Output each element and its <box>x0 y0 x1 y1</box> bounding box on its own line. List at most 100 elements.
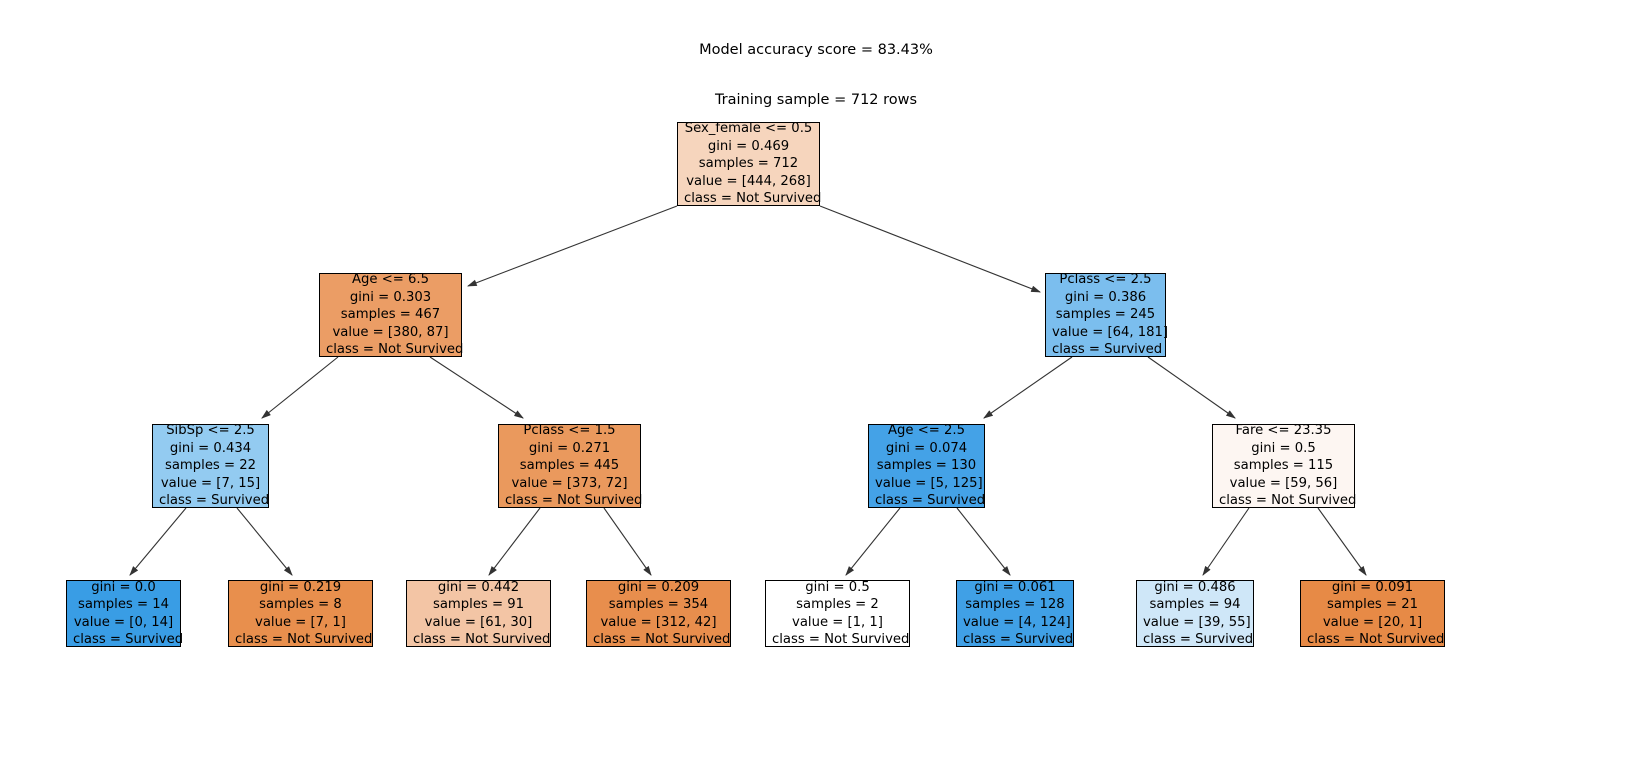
tree-node-condition: Fare <= 23.35 <box>1235 423 1332 439</box>
tree-edge-n2-n5 <box>983 356 1073 419</box>
tree-node-samples: samples = 712 <box>698 156 799 172</box>
tree-edge-n6-n14 <box>1317 507 1367 576</box>
figure-title-line-sample: Training sample = 712 rows <box>714 91 918 108</box>
tree-edge-n3-n8 <box>236 507 293 576</box>
tree-node-samples: samples = 130 <box>876 458 977 474</box>
tree-node-n7-leaf: gini = 0.0 samples = 14 value = [0, 14] cla… <box>66 579 184 647</box>
tree-node-samples: samples = 91 <box>432 597 525 613</box>
tree-node-samples: samples = 467 <box>340 307 441 323</box>
tree-node-samples: samples = 128 <box>965 597 1065 613</box>
tree-node-class: class = Not Survived <box>772 631 910 647</box>
tree-node-gini: gini = 0.271 <box>528 440 611 456</box>
tree-node-samples: samples = 115 <box>1233 458 1334 474</box>
tree-node-class: class = Survived <box>1143 631 1254 647</box>
tree-node-value: value = [61, 30] <box>424 614 533 630</box>
tree-node-gini: gini = 0.303 <box>349 289 432 305</box>
tree-node-class: class = Survived <box>875 493 986 509</box>
tree-node-samples: samples = 445 <box>519 458 620 474</box>
tree-node-value: value = [4, 124] <box>963 614 1071 630</box>
tree-node-class: class = Survived <box>73 631 184 647</box>
tree-node-gini: gini = 0.091 <box>1331 579 1414 595</box>
tree-edge-n4-n9 <box>488 507 541 576</box>
tree-node-n11-leaf: gini = 0.5 samples = 2 value = [1, 1] class… <box>765 580 910 647</box>
tree-node-class: class = Survived <box>963 631 1074 647</box>
tree-edge-n5-n11 <box>845 507 901 576</box>
tree-node-class: class = Not Survived <box>684 191 822 207</box>
tree-node-gini: gini = 0.0 <box>91 579 156 595</box>
decision-tree-figure: Model accuracy score = 83.43% Training s… <box>0 0 1632 776</box>
tree-node-value: value = [5, 125] <box>875 475 983 491</box>
tree-node-class: class = Not Survived <box>326 342 464 358</box>
tree-node-gini: gini = 0.074 <box>885 440 968 456</box>
tree-node-value: value = [20, 1] <box>1322 614 1423 630</box>
tree-edge-n3-n7 <box>129 507 187 576</box>
tree-node-gini: gini = 0.486 <box>1154 579 1236 595</box>
tree-node-gini: gini = 0.386 <box>1064 289 1147 305</box>
tree-node-value: value = [7, 15] <box>160 475 261 491</box>
tree-node-gini: gini = 0.469 <box>707 138 790 154</box>
tree-node-n2-split: Pclass <= 2.5 gini = 0.386 samples = 245 va… <box>1045 272 1169 358</box>
tree-node-gini: gini = 0.209 <box>617 579 700 595</box>
tree-node-value: value = [64, 181] <box>1052 324 1169 340</box>
tree-node-gini: gini = 0.434 <box>169 440 252 456</box>
tree-node-condition: SibSp <= 2.5 <box>166 423 255 439</box>
tree-node-gini: gini = 0.219 <box>259 579 342 595</box>
tree-node-n6-split: Fare <= 23.35 gini = 0.5 samples = 115 valu… <box>1212 423 1357 509</box>
tree-node-samples: samples = 14 <box>77 597 170 613</box>
tree-node-value: value = [312, 42] <box>600 614 717 630</box>
tree-node-n14-leaf: gini = 0.091 samples = 21 value = [20, 1] c… <box>1300 580 1445 647</box>
tree-node-value: value = [380, 87] <box>332 324 449 340</box>
tree-node-n13-leaf: gini = 0.486 samples = 94 value = [39, 55]… <box>1136 580 1254 647</box>
tree-node-samples: samples = 245 <box>1055 307 1156 323</box>
tree-node-n8-leaf: gini = 0.219 samples = 8 value = [7, 1] cla… <box>228 580 373 647</box>
tree-node-n10-leaf: gini = 0.209 samples = 354 value = [312, 4… <box>586 580 731 647</box>
tree-node-condition: Sex_female <= 0.5 <box>684 121 813 137</box>
tree-node-value: value = [7, 1] <box>255 614 346 630</box>
tree-node-n9-leaf: gini = 0.442 samples = 91 value = [61, 30]… <box>406 580 551 647</box>
tree-node-n12-leaf: gini = 0.061 samples = 128 value = [4, 124… <box>956 580 1074 647</box>
tree-edge-n6-n13 <box>1202 507 1250 576</box>
tree-edge-n0-n1 <box>466 205 678 287</box>
tree-node-class: class = Not Survived <box>1219 493 1357 509</box>
tree-node-gini: gini = 0.442 <box>437 579 520 595</box>
tree-node-value: value = [0, 14] <box>73 614 174 630</box>
tree-node-condition: Pclass <= 1.5 <box>523 423 616 439</box>
tree-node-samples: samples = 8 <box>259 597 342 613</box>
tree-node-samples: samples = 21 <box>1326 597 1419 613</box>
tree-node-condition: Pclass <= 2.5 <box>1059 272 1152 288</box>
tree-node-value: value = [444, 268] <box>686 173 811 189</box>
tree-node-class: class = Not Survived <box>593 631 731 647</box>
tree-node-class: class = Not Survived <box>1307 631 1445 647</box>
tree-node-gini: gini = 0.5 <box>805 579 870 595</box>
tree-edges <box>129 205 1367 576</box>
tree-node-n3-split: SibSp <= 2.5 gini = 0.434 samples = 22 valu… <box>152 423 270 509</box>
tree-node-gini: gini = 0.061 <box>974 579 1056 595</box>
tree-node-value: value = [39, 55] <box>1143 614 1251 630</box>
tree-edge-n2-n6 <box>1147 356 1236 419</box>
tree-edge-n1-n3 <box>261 356 339 419</box>
tree-node-value: value = [59, 56] <box>1229 475 1338 491</box>
tree-edge-n1-n4 <box>429 356 524 419</box>
tree-edge-n0-n2 <box>819 205 1042 293</box>
tree-node-n1-split: Age <= 6.5 gini = 0.303 samples = 467 value… <box>319 272 464 358</box>
tree-node-n4-split: Pclass <= 1.5 gini = 0.271 samples = 445 va… <box>498 423 643 509</box>
tree-node-gini: gini = 0.5 <box>1251 440 1316 456</box>
tree-node-class: class = Not Survived <box>235 631 373 647</box>
tree-node-class: class = Survived <box>1052 342 1163 358</box>
tree-node-n0-split: Sex_female <= 0.5 gini = 0.469 samples = 7… <box>677 121 822 207</box>
tree-node-class: class = Survived <box>159 493 270 509</box>
tree-node-samples: samples = 354 <box>608 597 709 613</box>
tree-node-samples: samples = 22 <box>164 458 257 474</box>
tree-node-samples: samples = 94 <box>1149 597 1241 613</box>
tree-node-class: class = Not Survived <box>505 493 643 509</box>
tree-node-samples: samples = 2 <box>796 597 879 613</box>
tree-node-n5-split: Age <= 2.5 gini = 0.074 samples = 130 value… <box>868 423 986 509</box>
tree-node-condition: Age <= 2.5 <box>888 423 965 439</box>
figure-title-line-accuracy: Model accuracy score = 83.43% <box>699 42 933 58</box>
tree-edge-n5-n12 <box>956 507 1011 576</box>
tree-node-value: value = [1, 1] <box>792 614 883 630</box>
tree-node-value: value = [373, 72] <box>511 475 628 491</box>
tree-edge-n4-n10 <box>603 507 652 576</box>
tree-node-class: class = Not Survived <box>413 631 551 647</box>
tree-node-condition: Age <= 6.5 <box>352 272 429 288</box>
